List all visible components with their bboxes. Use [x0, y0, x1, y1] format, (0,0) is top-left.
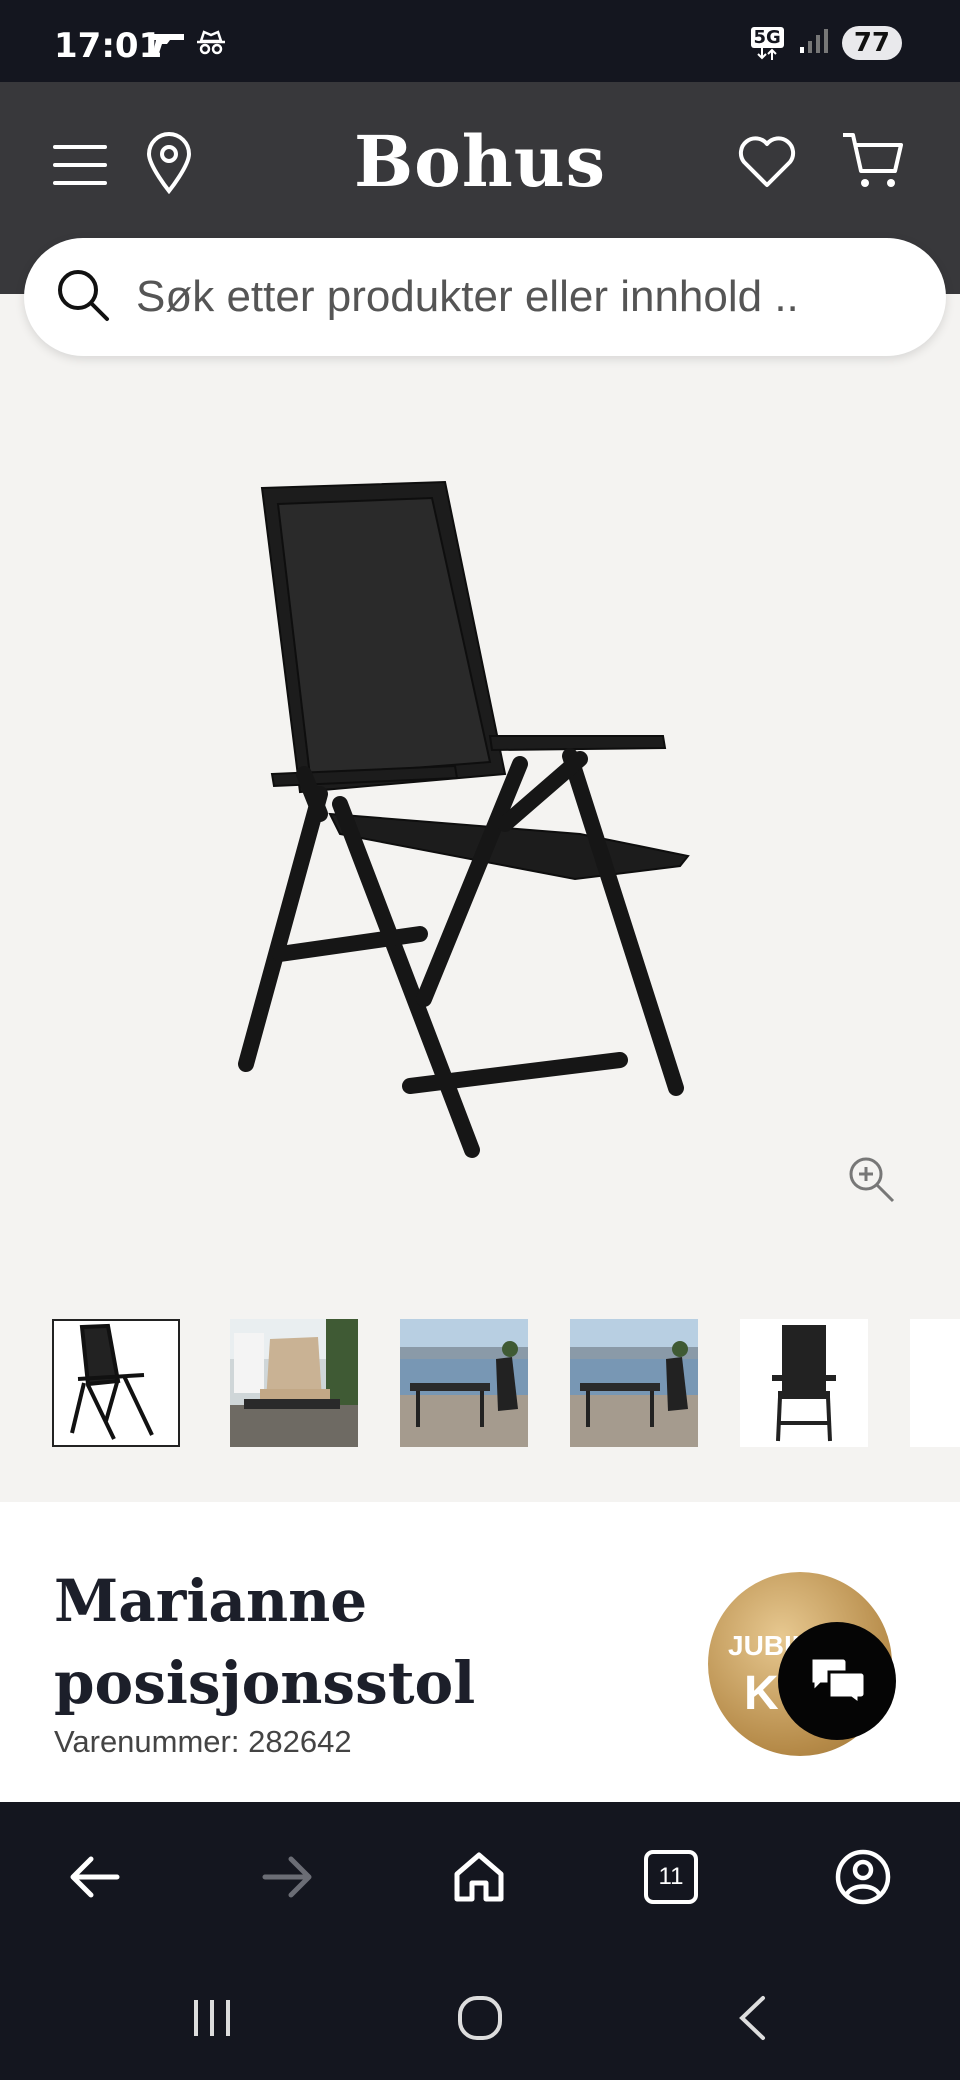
home-circle-icon[interactable] [450, 1988, 510, 2048]
cart-icon[interactable] [840, 130, 906, 192]
status-time: 17:01 [54, 26, 163, 66]
chat-button[interactable] [778, 1622, 896, 1740]
forward-arrow-icon[interactable] [252, 1842, 322, 1912]
site-logo[interactable]: Bohus [0, 120, 960, 203]
thumb-partial[interactable] [910, 1319, 960, 1447]
tabs-icon[interactable]: 11 [636, 1842, 706, 1912]
product-gallery [0, 294, 960, 1502]
back-arrow-icon[interactable] [60, 1842, 130, 1912]
sku-label: Varenummer: [54, 1724, 240, 1759]
signal-icon [798, 27, 828, 59]
search-input[interactable] [136, 272, 916, 322]
thumb-terrace-sea-2[interactable] [570, 1319, 698, 1447]
network-label: 5G [750, 26, 784, 48]
tabs-count: 11 [644, 1850, 698, 1904]
recent-apps-icon[interactable] [182, 1988, 242, 2048]
product-info: Marianne posisjonsstol Varenummer: 28264… [0, 1502, 960, 1802]
incognito-icon [196, 30, 226, 60]
battery-indicator: 77 [841, 26, 902, 60]
system-navigation [0, 1952, 960, 2080]
thumbnail-strip[interactable] [52, 1319, 960, 1451]
back-chevron-icon[interactable] [722, 1988, 782, 2048]
home-icon[interactable] [444, 1842, 514, 1912]
chat-bubbles-icon [807, 1652, 867, 1710]
network-5g-icon: 5G [750, 26, 784, 60]
product-title: Marianne posisjonsstol [54, 1560, 654, 1724]
thumb-chair-front[interactable] [740, 1319, 868, 1447]
product-title-line1: Marianne [54, 1567, 368, 1635]
heart-icon[interactable] [736, 132, 798, 192]
product-main-image[interactable] [200, 474, 760, 1194]
gun-icon [150, 30, 186, 60]
search-bar[interactable] [24, 238, 946, 356]
account-icon[interactable] [828, 1842, 898, 1912]
status-bar: 17:01 5G 77 [0, 0, 960, 82]
search-icon[interactable] [56, 268, 110, 326]
product-sku: Varenummer: 282642 [54, 1724, 352, 1760]
product-title-line2: posisjonsstol [54, 1649, 476, 1717]
thumb-chair-cushion-lifestyle[interactable] [230, 1319, 358, 1447]
zoom-icon[interactable] [848, 1156, 896, 1208]
sku-value: 282642 [248, 1724, 352, 1759]
thumb-chair-side[interactable] [52, 1319, 180, 1447]
browser-toolbar: 11 [0, 1802, 960, 1952]
thumb-terrace-sea-1[interactable] [400, 1319, 528, 1447]
